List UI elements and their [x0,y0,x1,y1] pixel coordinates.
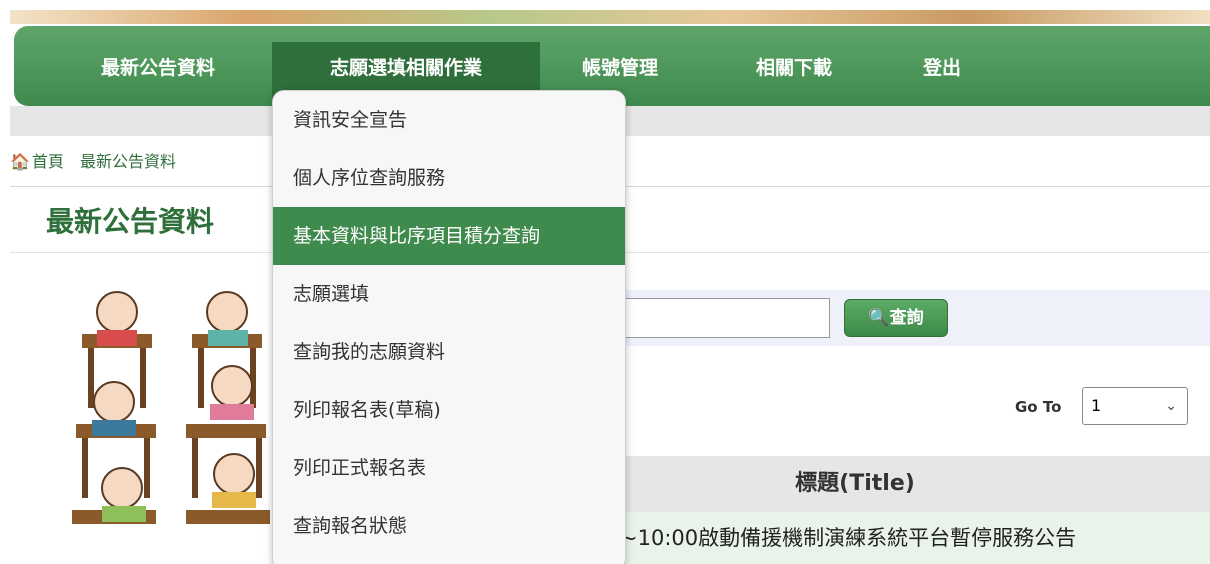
menu-item-basic-info-query[interactable]: 基本資料與比序項目積分查詢 [273,207,625,265]
menu-item-my-preferences[interactable]: 查詢我的志願資料 [273,323,625,381]
nav-item-announcements[interactable]: 最新公告資料 [60,42,256,106]
menu-item-print-official[interactable]: 列印正式報名表 [273,439,625,497]
menu-item-security-statement[interactable]: 資訊安全宣告 [273,91,625,149]
students-illustration [72,291,270,524]
menu-item-rank-query[interactable]: 個人序位查詢服務 [273,149,625,207]
menu-item-registration-status[interactable]: 查詢報名狀態 [273,497,625,555]
chevron-down-icon: ⌄ [1165,398,1177,414]
menu-item-print-draft[interactable]: 列印報名表(草稿) [273,381,625,439]
column-header-title: 標題(Title) [795,471,915,496]
app-frame: 最新公告資料 志願選填相關作業 帳號管理 相關下載 登出 🏠 首頁 最新公告資料 最… [10,10,1210,564]
search-button[interactable]: 🔍查詢 [844,299,948,337]
search-icon: 🔍 [868,308,890,328]
banner-image [10,10,1210,24]
announcement-title[interactable]: ~10:00啟動備援機制演練系統平台暫停服務公告 [620,512,1076,564]
breadcrumb-current[interactable]: 最新公告資料 [80,152,176,171]
menu-item-fill-preferences[interactable]: 志願選填 [273,265,625,323]
dropdown-menu: 資訊安全宣告 個人序位查詢服務 基本資料與比序項目積分查詢 志願選填 查詢我的志… [272,90,626,564]
page-title: 最新公告資料 [46,205,215,238]
breadcrumb-home[interactable]: 🏠 首頁 [10,152,64,171]
breadcrumb: 🏠 首頁 最新公告資料 [10,142,176,182]
home-icon: 🏠 [10,152,30,171]
page-select[interactable]: 1 ⌄ [1082,387,1188,425]
nav-item-logout[interactable]: 登出 [910,42,974,106]
nav-item-downloads[interactable]: 相關下載 [736,42,852,106]
goto-label: Go To [1015,398,1062,416]
search-input[interactable] [622,298,830,338]
